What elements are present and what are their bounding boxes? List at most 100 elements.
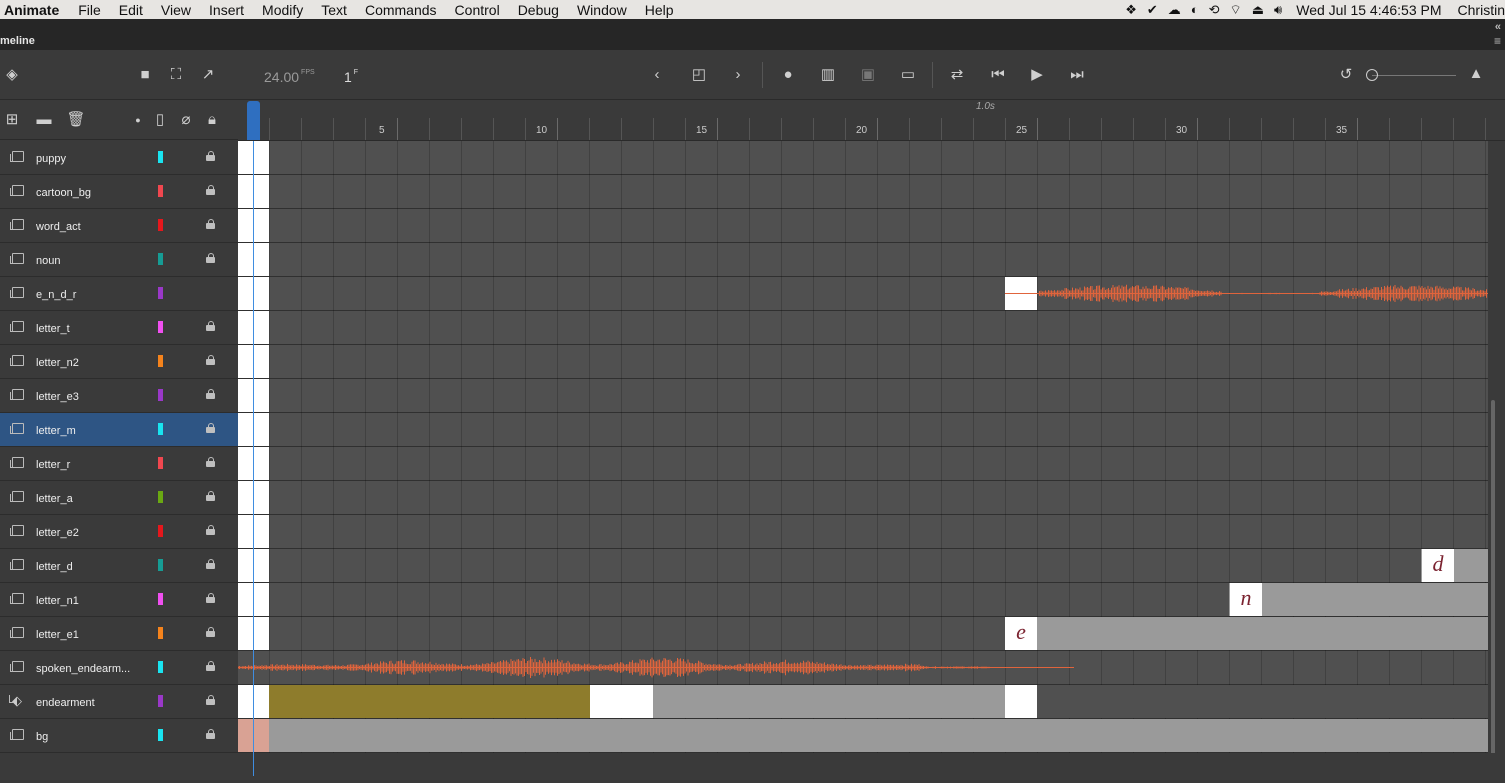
layer-row[interactable]: letter_m [0,413,238,447]
layer-name[interactable]: spoken_endearm... [36,663,130,675]
menu-text[interactable]: Text [312,2,356,18]
layer-row[interactable]: letter_n1 [0,583,238,617]
layer-row[interactable]: cartoon_bg [0,175,238,209]
layer-color-swatch[interactable] [158,185,163,197]
menu-edit[interactable]: Edit [110,2,152,18]
volume-icon[interactable]: 🔊︎ [1274,2,1282,18]
frame-row[interactable] [238,447,1488,481]
app-menu[interactable]: Animate [0,2,69,18]
frame-display[interactable]: 1F [344,69,358,85]
layer-row[interactable]: bg [0,719,238,753]
frame-span[interactable] [1229,583,1488,616]
camera-icon[interactable]: ■ [135,67,155,83]
layer-color-swatch[interactable] [158,151,163,163]
layer-row[interactable]: letter_r [0,447,238,481]
play-icon[interactable]: ▶ [1027,67,1047,83]
layer-color-swatch[interactable] [158,593,163,605]
frame-row[interactable] [238,345,1488,379]
lock-all-icon[interactable]: 🔒︎ [202,112,222,128]
frame-span[interactable] [1037,617,1488,650]
delete-layer-icon[interactable]: 🗑︎ [66,112,86,128]
layers-icon[interactable]: ◈ [2,67,22,83]
layer-name[interactable]: letter_n2 [36,357,79,369]
layer-row[interactable]: letter_d [0,549,238,583]
fps-display[interactable]: 24.00 FPS [264,69,315,85]
contrast-icon[interactable]: ◐ [1191,2,1199,17]
layer-color-swatch[interactable] [158,729,163,741]
layer-color-swatch[interactable] [158,661,163,673]
panel-title[interactable]: meline [0,35,35,47]
layer-name[interactable]: e_n_d_r [36,289,76,301]
onion-outline-icon[interactable]: ▣ [858,67,878,83]
layer-name[interactable]: letter_n1 [36,595,79,607]
mountains-icon[interactable]: ▲ [1466,66,1486,82]
graph-icon[interactable]: ↗ [198,67,218,83]
tween-span[interactable] [269,685,590,718]
collapse-icon[interactable]: « [1495,21,1501,33]
menu-debug[interactable]: Debug [509,2,568,18]
layer-name[interactable]: letter_e1 [36,629,79,641]
reset-zoom-icon[interactable]: ↺ [1336,67,1356,83]
layer-color-swatch[interactable] [158,695,163,707]
letter-keyframe[interactable]: n [1230,583,1262,616]
lock-icon[interactable] [206,593,215,603]
next-keyframe-icon[interactable]: › [728,67,748,83]
menu-insert[interactable]: Insert [200,2,253,18]
eject-icon[interactable]: ⏏ [1252,2,1264,18]
zoom-slider[interactable] [1372,75,1456,76]
frame-row[interactable] [238,311,1488,345]
layer-row[interactable]: letter_n2 [0,345,238,379]
frame-row[interactable] [238,379,1488,413]
lock-icon[interactable] [206,525,215,535]
lock-icon[interactable] [206,457,215,467]
lock-icon[interactable] [206,695,215,705]
layer-row[interactable]: letter_a [0,481,238,515]
clock[interactable]: Wed Jul 15 4:46:53 PM [1296,2,1441,18]
creative-cloud-icon[interactable]: ☁ [1168,2,1181,18]
frame-row[interactable] [238,515,1488,549]
layer-name[interactable]: endearment [36,697,95,709]
layer-color-swatch[interactable] [158,219,163,231]
menu-commands[interactable]: Commands [356,2,446,18]
layer-name[interactable]: letter_e3 [36,391,79,403]
lock-icon[interactable] [206,627,215,637]
layer-name[interactable]: bg [36,731,48,743]
menu-control[interactable]: Control [446,2,509,18]
layer-color-swatch[interactable] [158,423,163,435]
frame-row[interactable] [238,175,1488,209]
vertical-scrollbar[interactable] [1491,400,1495,770]
panel-menu-icon[interactable]: ≡ [1494,34,1501,48]
lock-icon[interactable] [206,661,215,671]
time-machine-icon[interactable]: ⟲ [1209,2,1220,18]
layer-name[interactable]: puppy [36,153,66,165]
layer-color-swatch[interactable] [158,491,163,503]
layer-row[interactable]: letter_e2 [0,515,238,549]
frame-span[interactable] [653,685,1005,718]
frame-row[interactable] [238,209,1488,243]
lock-icon[interactable] [206,491,215,501]
letter-keyframe[interactable]: e [1005,617,1037,650]
frame-view-icon[interactable]: ▭ [898,67,918,83]
frame-row[interactable] [238,141,1488,175]
new-folder-icon[interactable]: ▬ [34,112,54,128]
layer-color-swatch[interactable] [158,355,163,367]
playhead[interactable] [247,101,260,140]
frame-row[interactable] [238,413,1488,447]
frame-value[interactable]: 1 [344,69,352,85]
layer-name[interactable]: word_act [36,221,81,233]
layer-name[interactable]: noun [36,255,60,267]
lock-icon[interactable] [206,219,215,229]
step-forward-icon[interactable]: ⏭ [1067,67,1087,83]
menu-view[interactable]: View [152,2,200,18]
layer-row[interactable]: puppy [0,141,238,175]
dropbox-icon[interactable]: ❖ [1125,2,1137,18]
layer-name[interactable]: letter_d [36,561,73,573]
wifi-icon[interactable]: ⌔ [1230,2,1242,18]
lock-icon[interactable] [206,559,215,569]
frame-grid[interactable]: d n e [238,141,1488,753]
layer-color-swatch[interactable] [158,389,163,401]
layer-name[interactable]: letter_m [36,425,76,437]
frame-row[interactable] [238,549,1488,583]
frame-row[interactable] [238,481,1488,515]
menu-modify[interactable]: Modify [253,2,312,18]
